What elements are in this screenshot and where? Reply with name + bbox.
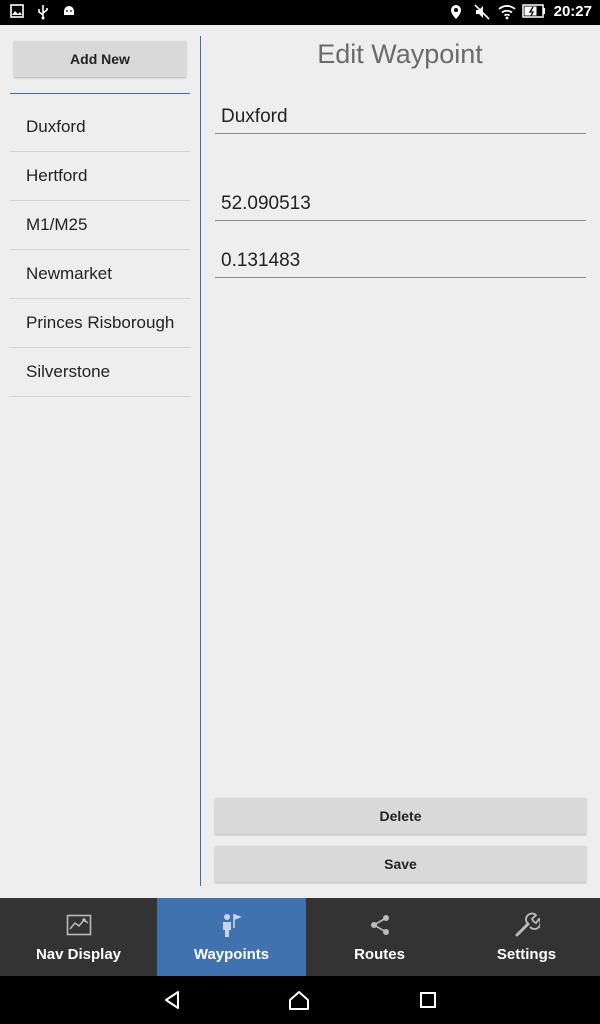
status-bar-left-icons — [10, 4, 78, 20]
longitude-field[interactable]: 0.131483 — [215, 244, 586, 278]
tab-routes[interactable]: Routes — [306, 898, 453, 976]
edit-waypoint-pane: Edit Waypoint Duxford 52.090513 0.131483… — [214, 25, 586, 898]
waypoint-list-item-princes-risborough[interactable]: Princes Risborough — [10, 299, 190, 348]
location-icon — [450, 4, 466, 20]
image-icon — [10, 4, 26, 20]
tab-label: Nav Display — [35, 946, 122, 963]
bottom-tab-bar: Nav Display Waypoints Routes Settings — [0, 898, 600, 976]
tab-waypoints[interactable]: Waypoints — [157, 898, 306, 976]
system-navigation-bar — [0, 976, 600, 1024]
tab-settings[interactable]: Settings — [453, 898, 600, 976]
wrench-icon — [514, 912, 540, 938]
home-icon[interactable] — [287, 988, 311, 1012]
waypoint-list-item-m1-m25[interactable]: M1/M25 — [10, 201, 190, 250]
waypoint-list-item-duxford[interactable]: Duxford — [10, 103, 190, 152]
delete-button[interactable]: Delete — [215, 798, 586, 834]
list-header-divider — [10, 93, 190, 94]
status-time: 20:27 — [553, 3, 592, 20]
tab-label: Settings — [496, 946, 557, 963]
latitude-field[interactable]: 52.090513 — [215, 187, 586, 221]
waypoint-list-item-newmarket[interactable]: Newmarket — [10, 250, 190, 299]
waypoint-list: Duxford Hertford M1/M25 Newmarket Prince… — [10, 103, 190, 397]
add-new-button[interactable]: Add New — [14, 41, 186, 77]
android-debug-icon — [62, 4, 78, 20]
pane-divider — [200, 36, 201, 886]
map-icon — [66, 912, 92, 938]
status-bar: 20:27 — [0, 0, 600, 25]
battery-charging-icon — [521, 3, 546, 20]
save-button[interactable]: Save — [215, 846, 586, 882]
waypoint-list-pane: Add New Duxford Hertford M1/M25 Newmarke… — [10, 25, 190, 898]
tab-label: Routes — [354, 946, 405, 963]
tab-nav-display[interactable]: Nav Display — [0, 898, 157, 976]
recent-apps-icon[interactable] — [416, 988, 440, 1012]
mute-icon — [474, 3, 490, 20]
main-content: Add New Duxford Hertford M1/M25 Newmarke… — [0, 25, 600, 898]
status-bar-right-icons: 20:27 — [450, 3, 592, 20]
share-nodes-icon — [367, 912, 393, 938]
waypoint-name-field[interactable]: Duxford — [215, 100, 586, 134]
page-title: Edit Waypoint — [317, 39, 483, 69]
usb-icon — [36, 4, 52, 20]
back-icon[interactable] — [160, 988, 184, 1012]
waypoint-list-item-silverstone[interactable]: Silverstone — [10, 348, 190, 397]
wifi-icon — [498, 4, 516, 20]
waypoint-list-item-hertford[interactable]: Hertford — [10, 152, 190, 201]
tab-label: Waypoints — [193, 946, 270, 963]
waypoint-flag-icon — [219, 912, 245, 938]
